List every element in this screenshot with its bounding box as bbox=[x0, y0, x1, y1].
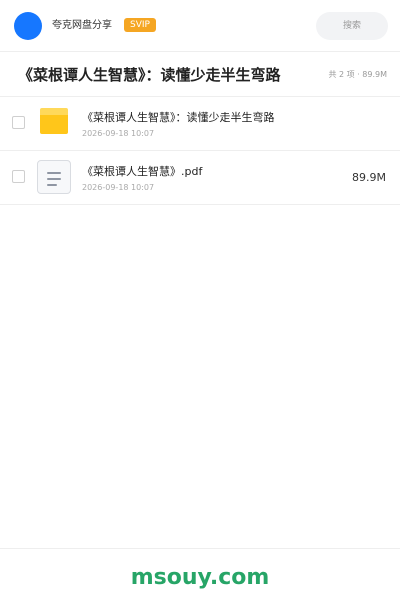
avatar[interactable] bbox=[14, 12, 42, 40]
select-checkbox[interactable] bbox=[12, 170, 25, 183]
share-summary: 共 2 项 · 89.9M bbox=[328, 70, 387, 79]
file-row-folder[interactable]: 《菜根谭人生智慧》：读懂少走半生弯路 2026-09-18 10:07 bbox=[0, 97, 400, 151]
share-page: 夸克网盘分享 SVIP 搜索 《菜根谭人生智慧》：读懂少走半生弯路 共 2 项 … bbox=[0, 0, 400, 600]
svip-badge: SVIP bbox=[124, 18, 156, 32]
file-date: 2026-09-18 10:07 bbox=[82, 129, 155, 138]
folder-icon bbox=[40, 108, 68, 134]
file-name[interactable]: 《菜根谭人生智慧》：读懂少走半生弯路 bbox=[82, 110, 322, 126]
file-row-pdf[interactable]: 《菜根谭人生智慧》.pdf 2026-09-18 10:07 89.9M bbox=[0, 151, 400, 205]
search-input[interactable]: 搜索 bbox=[316, 12, 388, 40]
file-name[interactable]: 《菜根谭人生智慧》.pdf bbox=[82, 164, 322, 180]
folder-body bbox=[40, 115, 68, 134]
file-size: 89.9M bbox=[352, 171, 386, 184]
footer: msouy.com bbox=[0, 548, 400, 600]
site-watermark: msouy.com bbox=[130, 565, 270, 590]
document-line bbox=[47, 184, 57, 186]
title-bar: 《菜根谭人生智慧》：读懂少走半生弯路 共 2 项 · 89.9M bbox=[0, 52, 400, 97]
page-title: 《菜根谭人生智慧》：读懂少走半生弯路 bbox=[18, 66, 281, 84]
header: 夸克网盘分享 SVIP 搜索 bbox=[0, 0, 400, 52]
document-line bbox=[47, 178, 61, 180]
document-line bbox=[47, 172, 61, 174]
document-icon bbox=[37, 160, 71, 194]
file-date: 2026-09-18 10:07 bbox=[82, 183, 155, 192]
app-name: 夸克网盘分享 bbox=[52, 20, 112, 31]
select-checkbox[interactable] bbox=[12, 116, 25, 129]
